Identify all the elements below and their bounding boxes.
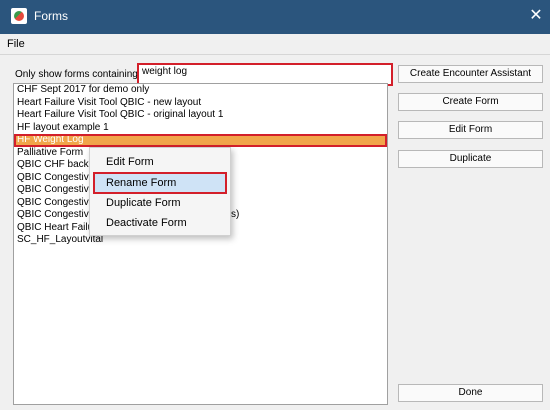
context-duplicate-form[interactable]: Duplicate Form xyxy=(94,193,226,213)
create-encounter-assistant-button[interactable]: Create Encounter Assistant xyxy=(398,65,543,83)
duplicate-button[interactable]: Duplicate xyxy=(398,150,543,168)
context-edit-form[interactable]: Edit Form xyxy=(94,152,226,172)
done-button[interactable]: Done xyxy=(398,384,543,402)
menu-bar: File xyxy=(0,34,550,55)
list-item[interactable]: CHF Sept 2017 for demo only xyxy=(14,84,387,97)
list-item[interactable]: Heart Failure Visit Tool QBIC - original… xyxy=(14,109,387,122)
list-item-selected[interactable]: HF Weight Log xyxy=(14,134,387,147)
title-bar: Forms ✕ xyxy=(0,0,550,34)
create-form-button[interactable]: Create Form xyxy=(398,93,543,111)
close-icon[interactable]: ✕ xyxy=(526,5,546,27)
filter-label: Only show forms containing: xyxy=(15,69,141,80)
app-form-icon xyxy=(11,8,27,24)
list-item[interactable]: Heart Failure Visit Tool QBIC - new layo… xyxy=(14,97,387,110)
context-menu: Edit Form Rename Form Duplicate Form Dea… xyxy=(89,147,231,236)
context-deactivate-form[interactable]: Deactivate Form xyxy=(94,213,226,233)
list-item[interactable]: HF layout example 1 xyxy=(14,122,387,135)
forms-list[interactable]: CHF Sept 2017 for demo only Heart Failur… xyxy=(13,83,388,405)
context-rename-form[interactable]: Rename Form xyxy=(93,172,227,194)
menu-file[interactable]: File xyxy=(7,38,25,50)
edit-form-button[interactable]: Edit Form xyxy=(398,121,543,139)
window-title: Forms xyxy=(34,9,68,23)
